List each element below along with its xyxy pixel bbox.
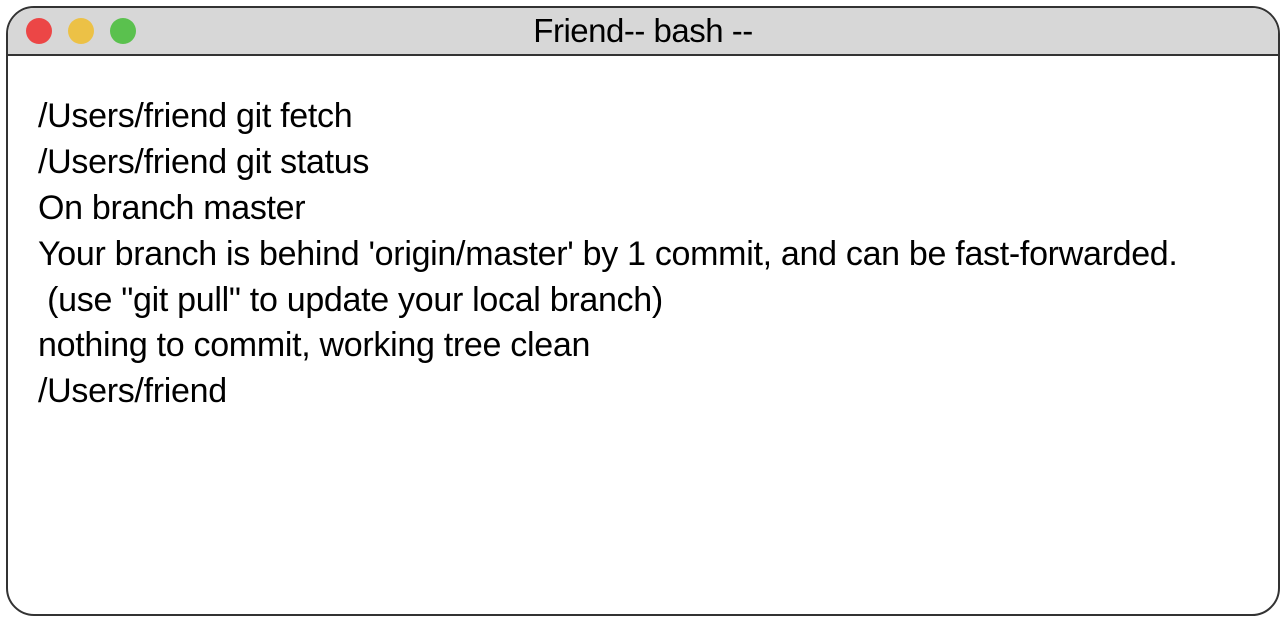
terminal-line: On branch master: [38, 186, 1248, 232]
close-button[interactable]: [26, 18, 52, 44]
terminal-body[interactable]: /Users/friend git fetch /Users/friend gi…: [8, 56, 1278, 614]
terminal-line: /Users/friend: [38, 369, 1248, 415]
terminal-line: /Users/friend git status: [38, 140, 1248, 186]
terminal-line: Your branch is behind 'origin/master' by…: [38, 232, 1248, 278]
terminal-line: nothing to commit, working tree clean: [38, 323, 1248, 369]
traffic-lights: [26, 18, 136, 44]
terminal-line: (use "git pull" to update your local bra…: [38, 278, 1248, 324]
terminal-window: Friend-- bash -- /Users/friend git fetch…: [6, 6, 1280, 616]
minimize-button[interactable]: [68, 18, 94, 44]
title-bar: Friend-- bash --: [8, 8, 1278, 56]
maximize-button[interactable]: [110, 18, 136, 44]
terminal-line: /Users/friend git fetch: [38, 94, 1248, 140]
window-title: Friend-- bash --: [533, 12, 752, 50]
